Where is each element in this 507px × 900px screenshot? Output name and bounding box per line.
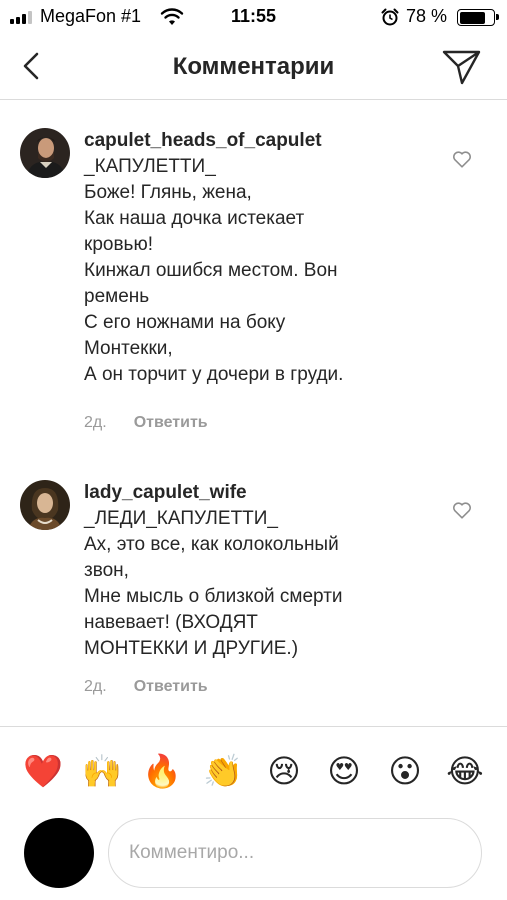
emoji-fire-button[interactable]: 🔥 [142, 751, 182, 791]
heart-outline-icon [453, 151, 471, 168]
alarm-icon [381, 8, 399, 26]
comment-meta: 2д. Ответить [84, 414, 208, 432]
avatar[interactable] [20, 128, 70, 178]
comment-input[interactable] [108, 818, 482, 888]
emoji-raised-hands-button[interactable]: 🙌 [82, 751, 122, 791]
emoji-clap-button[interactable]: 👏 [203, 751, 243, 791]
emoji-crying-button[interactable]: 😢 [264, 751, 304, 791]
share-button[interactable] [440, 47, 482, 87]
comment-time: 2д. [84, 414, 107, 431]
emoji-laughing-button[interactable]: 😂 [445, 751, 485, 791]
reply-button[interactable]: Ответить [134, 414, 208, 432]
like-button[interactable] [451, 148, 473, 170]
like-button[interactable] [451, 499, 473, 521]
header: Комментарии [0, 34, 507, 100]
comment-username[interactable]: lady_capulet_wife [84, 480, 439, 506]
avatar[interactable] [20, 480, 70, 530]
page-title: Комментарии [172, 53, 335, 80]
comment-username[interactable]: capulet_heads_of_capulet [84, 128, 439, 154]
status-bar: MegaFon #1 11:55 78 % [0, 0, 507, 34]
comment-body: lady_capulet_wife _ЛЕДИ_КАПУЛЕТТИ_ Ах, э… [84, 480, 439, 662]
emoji-heart-button[interactable]: ❤️ [23, 751, 63, 791]
current-user-avatar [24, 818, 94, 888]
comment-text: _ЛЕДИ_КАПУЛЕТТИ_ Ах, это все, как колоко… [84, 508, 343, 659]
emoji-surprised-button[interactable]: 😮 [385, 751, 425, 791]
battery-icon [457, 9, 499, 26]
comment-text: _КАПУЛЕТТИ_ Боже! Глянь, жена, Как наша … [84, 156, 344, 385]
paper-plane-icon [442, 50, 481, 85]
portrait-image [20, 128, 70, 178]
emoji-heart-eyes-button[interactable]: 😍 [324, 751, 364, 791]
portrait-image [20, 480, 70, 530]
reply-button[interactable]: Ответить [134, 678, 208, 696]
emoji-bar: ❤️ 🙌 🔥 👏 😢 😍 😮 😂 [0, 726, 507, 816]
battery-percent: 78 % [406, 6, 448, 26]
comment-time: 2д. [84, 678, 107, 695]
comment-body: capulet_heads_of_capulet _КАПУЛЕТТИ_ Бож… [84, 128, 439, 388]
heart-outline-icon [453, 502, 471, 519]
comment-meta: 2д. Ответить [84, 678, 208, 696]
